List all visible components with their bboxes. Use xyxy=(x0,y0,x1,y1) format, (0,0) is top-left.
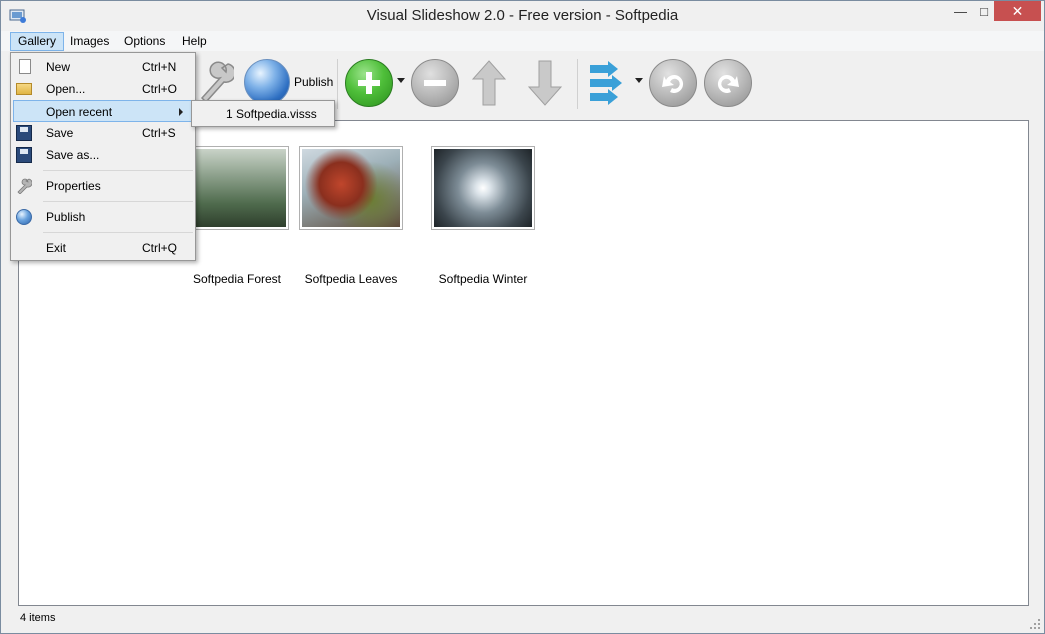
menu-separator xyxy=(43,201,193,202)
menu-options[interactable]: Options xyxy=(117,32,172,51)
recent-file-item[interactable]: 1 Softpedia.visss xyxy=(194,103,332,125)
move-up-arrow-icon[interactable] xyxy=(469,59,509,107)
menu-item-exit[interactable]: Exit Ctrl+Q xyxy=(13,237,193,259)
menu-gallery[interactable]: Gallery xyxy=(10,32,65,51)
remove-image-button[interactable] xyxy=(411,59,459,107)
submenu-arrow-icon xyxy=(179,108,183,116)
save-as-disk-icon xyxy=(16,147,32,163)
menu-item-label: Exit xyxy=(46,241,67,255)
publish-globe-icon[interactable] xyxy=(244,59,290,105)
minimize-button[interactable]: — xyxy=(947,1,974,21)
toolbar-separator xyxy=(577,59,578,109)
menu-item-label: Properties xyxy=(46,179,101,193)
undo-button[interactable] xyxy=(649,59,697,107)
menu-bar: Gallery Images Options Help xyxy=(1,31,1044,51)
thumbnail-frame xyxy=(431,146,535,230)
redo-button[interactable] xyxy=(704,59,752,107)
menu-item-properties[interactable]: Properties xyxy=(13,175,193,197)
menu-item-shortcut: Ctrl+S xyxy=(142,126,176,140)
open-folder-icon xyxy=(16,83,32,95)
minus-icon xyxy=(424,80,446,86)
menu-help[interactable]: Help xyxy=(175,32,214,51)
menu-item-save-as[interactable]: Save as... xyxy=(13,144,193,166)
close-button[interactable]: ✕ xyxy=(994,1,1041,21)
status-bar: 4 items xyxy=(1,609,1044,633)
menu-images[interactable]: Images xyxy=(63,32,116,51)
add-image-button[interactable] xyxy=(345,59,393,107)
menu-item-label: Save xyxy=(46,126,74,140)
menu-item-save[interactable]: Save Ctrl+S xyxy=(13,122,193,144)
redo-icon xyxy=(717,74,739,93)
status-item-count: 4 items xyxy=(20,612,56,624)
open-recent-submenu: 1 Softpedia.visss xyxy=(191,100,335,127)
move-down-arrow-icon[interactable] xyxy=(525,59,565,107)
add-dropdown-arrow-icon[interactable] xyxy=(397,78,405,83)
menu-item-new[interactable]: New Ctrl+N xyxy=(13,56,193,78)
title-bar: Visual Slideshow 2.0 - Free version - So… xyxy=(1,1,1044,31)
menu-item-label: Save as... xyxy=(46,148,100,162)
app-window: Visual Slideshow 2.0 - Free version - So… xyxy=(0,0,1045,634)
menu-item-shortcut: Ctrl+Q xyxy=(142,241,178,255)
thumbnail-frame xyxy=(185,146,289,230)
thumbnail-label: Softpedia Leaves xyxy=(304,272,398,286)
new-document-icon xyxy=(19,59,31,74)
properties-wrench-icon[interactable] xyxy=(194,60,234,104)
forest-image xyxy=(188,149,286,227)
transition-dropdown-arrow-icon[interactable] xyxy=(635,78,643,83)
gallery-dropdown-menu: New Ctrl+N Open... Ctrl+O Open recent Sa… xyxy=(10,52,196,261)
winter-image xyxy=(434,149,532,227)
resize-grip-icon[interactable] xyxy=(1030,619,1040,629)
menu-separator xyxy=(43,170,193,171)
menu-item-label: Publish xyxy=(46,210,86,224)
menu-item-shortcut: Ctrl+N xyxy=(142,60,177,74)
menu-item-shortcut: Ctrl+O xyxy=(142,82,178,96)
menu-separator xyxy=(43,232,193,233)
menu-item-label: New xyxy=(46,60,71,74)
leaves-image xyxy=(302,149,400,227)
thumbnail-label: Softpedia Winter xyxy=(438,272,528,286)
save-disk-icon xyxy=(16,125,32,141)
menu-item-label: Open recent xyxy=(46,105,113,119)
maximize-button[interactable]: □ xyxy=(974,1,994,21)
menu-item-label: Open... xyxy=(46,82,86,96)
globe-icon xyxy=(16,209,32,225)
publish-button-label[interactable]: Publish xyxy=(294,75,333,89)
undo-icon xyxy=(662,74,684,93)
menu-item-open-recent[interactable]: Open recent xyxy=(13,100,193,122)
menu-item-publish[interactable]: Publish xyxy=(13,206,193,228)
menu-item-open[interactable]: Open... Ctrl+O xyxy=(13,78,193,100)
toolbar-separator xyxy=(337,59,338,109)
transition-arrows-icon[interactable] xyxy=(586,59,626,107)
thumbnail-item[interactable]: Softpedia Winter xyxy=(431,146,535,286)
wrench-icon xyxy=(17,178,32,194)
plus-icon xyxy=(358,72,380,94)
window-title: Visual Slideshow 2.0 - Free version - So… xyxy=(366,7,679,24)
thumbnail-item[interactable]: Softpedia Forest xyxy=(185,146,289,286)
thumbnail-item[interactable]: Softpedia Leaves xyxy=(299,146,403,286)
thumbnail-frame xyxy=(299,146,403,230)
